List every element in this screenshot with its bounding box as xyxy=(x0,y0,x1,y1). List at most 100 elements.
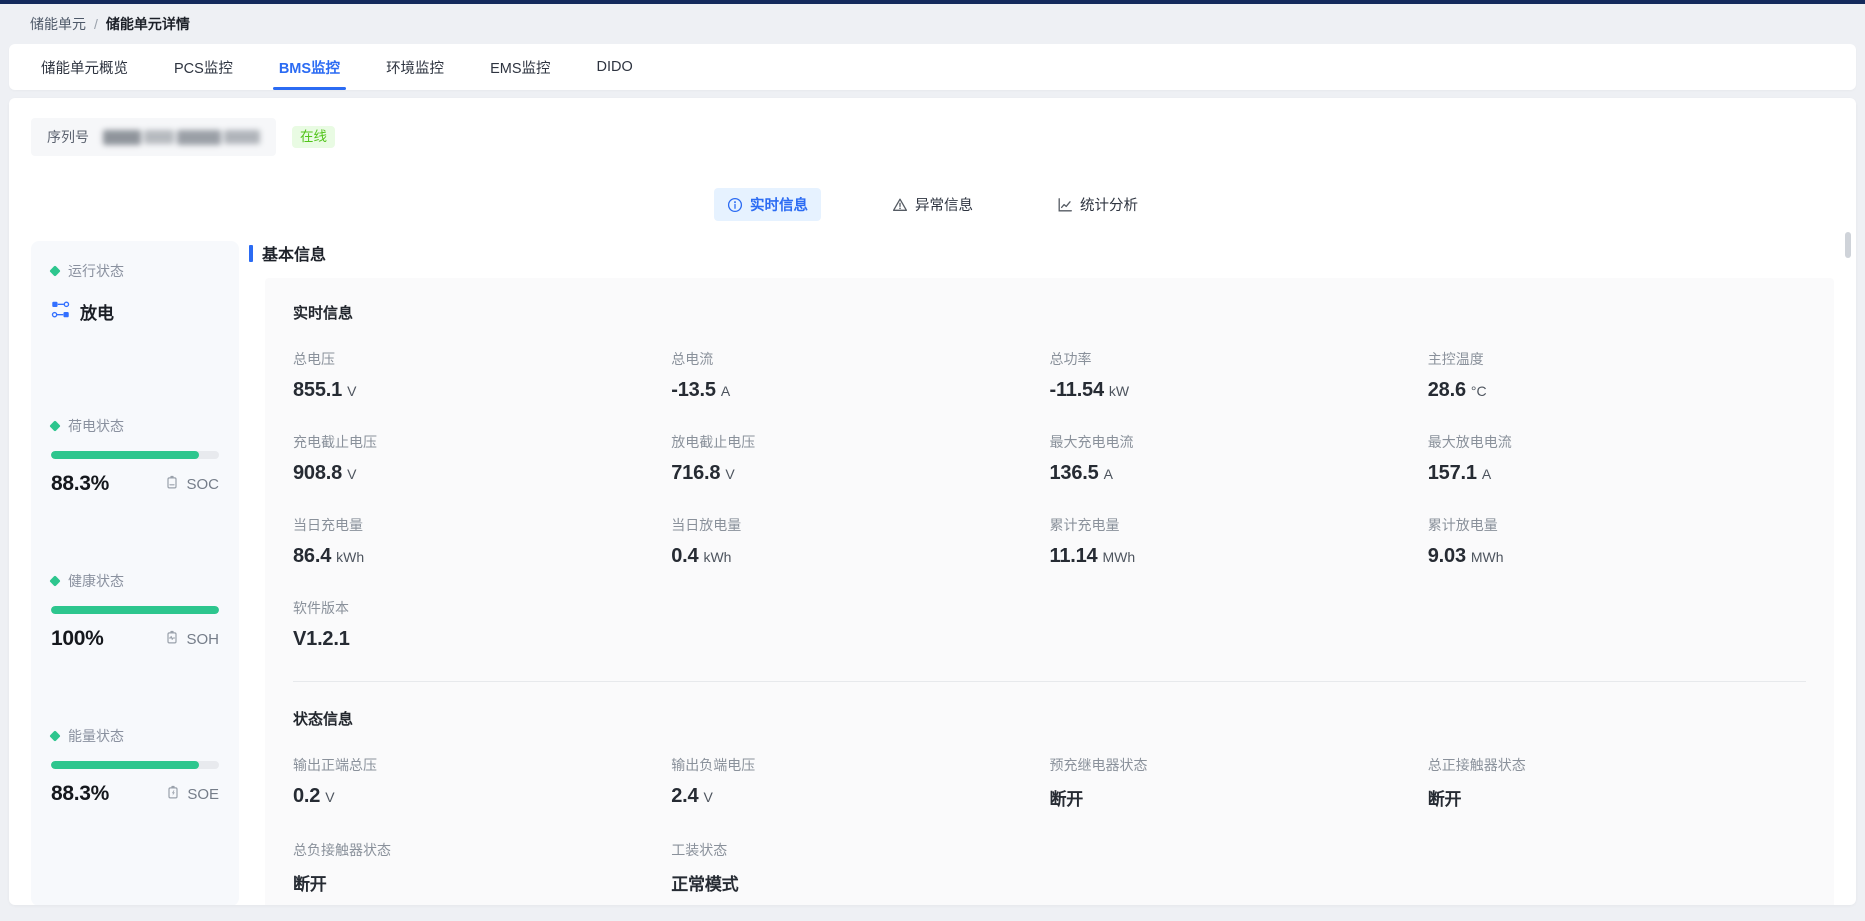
subtab-statistics[interactable]: 统计分析 xyxy=(1044,188,1151,221)
metric-item: 最大充电电流 136.5 A xyxy=(1050,432,1428,485)
metric-item: 当日充电量 86.4kWh xyxy=(293,515,671,568)
metric-item: 最大放电电流 157.1A xyxy=(1428,432,1806,485)
metric-value: 908.8 xyxy=(293,462,342,484)
soh-percent: 100% xyxy=(51,627,104,651)
metric-value: 0.4 xyxy=(671,545,698,567)
group-title-status: 状态信息 xyxy=(293,708,1806,729)
metric-item: 软件版本 V1.2.1 xyxy=(293,598,671,651)
soh-value-row: 100% SOH xyxy=(51,627,219,651)
metric-label: SOH xyxy=(186,631,219,648)
tab-pcs-monitor[interactable]: PCS监控 xyxy=(174,44,233,90)
soe-progress-bar xyxy=(51,761,219,769)
section-title: 运行状态 xyxy=(68,261,124,281)
metric-item: 当日放电量 0.4kWh xyxy=(671,515,1049,568)
battery-energy-icon xyxy=(165,784,181,804)
metric-unit: A xyxy=(1104,466,1113,482)
metric-value: 11.14 xyxy=(1050,545,1098,567)
metric-value: -13.5 xyxy=(671,379,716,401)
metric-label: 放电截止电压 xyxy=(671,432,1049,452)
metric-unit: V xyxy=(347,383,356,399)
basic-info-area: 基本信息 实时信息 总电压 855.1V 总电流 -13.5A 总功率 -11 xyxy=(249,241,1834,905)
main-tabbar: 储能单元概览 PCS监控 BMS监控 环境监控 EMS监控 DIDO xyxy=(9,44,1856,90)
metric-item: 输出正端总压 0.2V xyxy=(293,755,671,810)
metric-unit: V xyxy=(325,789,334,805)
metric-unit: kWh xyxy=(703,549,731,565)
metric-label: 总功率 xyxy=(1050,349,1428,369)
soc-metric: SOC xyxy=(164,474,219,494)
metric-label: 最大充电电流 xyxy=(1050,432,1428,452)
section-title: 健康状态 xyxy=(68,571,124,591)
soh-progress-fill xyxy=(51,606,219,614)
metric-value: 断开 xyxy=(1428,790,1462,809)
metric-label: SOC xyxy=(186,476,219,493)
metric-unit: V xyxy=(725,466,734,482)
metric-unit: MWh xyxy=(1102,549,1135,565)
warning-icon xyxy=(892,197,908,213)
section-title: 荷电状态 xyxy=(68,416,124,436)
metric-value: 855.1 xyxy=(293,379,342,401)
content-row: 运行状态 放电 xyxy=(9,241,1856,905)
subtab-realtime-info[interactable]: 实时信息 xyxy=(714,188,821,221)
soc-percent: 88.3% xyxy=(51,472,109,496)
serial-row: 序列号 在线 xyxy=(9,118,1856,156)
soe-progress-fill xyxy=(51,761,199,769)
battery-icon xyxy=(164,474,180,494)
battery-health-icon xyxy=(164,629,180,649)
tab-unit-overview[interactable]: 储能单元概览 xyxy=(41,44,128,90)
metric-value: -11.54 xyxy=(1050,379,1104,401)
subtab-label: 统计分析 xyxy=(1080,194,1138,215)
metric-value: 断开 xyxy=(293,875,327,894)
section-title: 基本信息 xyxy=(262,241,326,265)
info-icon xyxy=(727,197,743,213)
soe-metric: SOE xyxy=(165,784,219,804)
metric-label: 累计充电量 xyxy=(1050,515,1428,535)
run-mode-row: 放电 xyxy=(51,299,219,324)
subtab-abnormal-info[interactable]: 异常信息 xyxy=(879,188,986,221)
metric-label: 累计放电量 xyxy=(1428,515,1806,535)
section-title-row: 荷电状态 xyxy=(51,416,219,436)
metric-item: 总功率 -11.54 kW xyxy=(1050,349,1428,402)
metric-unit: A xyxy=(721,383,730,399)
tab-ems-monitor[interactable]: EMS监控 xyxy=(490,44,550,90)
run-state-section: 运行状态 放电 xyxy=(51,261,219,416)
online-status-badge: 在线 xyxy=(292,126,335,148)
metric-label: 输出负端电压 xyxy=(671,755,1049,775)
metric-value: 正常模式 xyxy=(671,875,738,894)
metric-unit: kWh xyxy=(336,549,364,565)
serial-number-redacted xyxy=(103,127,260,147)
metric-item: 总电压 855.1V xyxy=(293,349,671,402)
metric-unit: V xyxy=(347,466,356,482)
metric-label: 充电截止电压 xyxy=(293,432,671,452)
soe-percent: 88.3% xyxy=(51,782,109,806)
metric-value: 136.5 xyxy=(1050,462,1099,484)
realtime-grid: 总电压 855.1V 总电流 -13.5A 总功率 -11.54kW 主控温度 … xyxy=(293,349,1806,651)
status-sidebar: 运行状态 放电 xyxy=(31,241,239,905)
metric-value: 157.1 xyxy=(1428,462,1477,484)
breadcrumb-separator: / xyxy=(94,16,98,32)
metric-label: 总电流 xyxy=(671,349,1049,369)
diamond-bullet-icon xyxy=(49,575,60,586)
subtab-label: 异常信息 xyxy=(915,194,973,215)
metric-value: 2.4 xyxy=(671,785,698,807)
discharge-icon xyxy=(51,300,70,324)
serial-number-field: 序列号 xyxy=(31,118,276,156)
breadcrumb-parent[interactable]: 储能单元 xyxy=(30,14,86,34)
metric-value: 0.2 xyxy=(293,785,320,807)
tab-bms-monitor[interactable]: BMS监控 xyxy=(279,44,340,90)
vertical-scrollbar-thumb[interactable] xyxy=(1845,232,1851,258)
metric-value: 716.8 xyxy=(671,462,720,484)
metric-item: 累计充电量 11.14MWh xyxy=(1050,515,1428,568)
soc-section: 荷电状态 88.3% SO xyxy=(51,416,219,571)
tab-env-monitor[interactable]: 环境监控 xyxy=(386,44,444,90)
section-title-row: 运行状态 xyxy=(51,261,219,281)
metric-item: 总电流 -13.5 A xyxy=(671,349,1049,402)
metric-unit: kW xyxy=(1109,383,1129,399)
soh-metric: SOH xyxy=(164,629,219,649)
run-mode-value: 放电 xyxy=(80,299,114,324)
tab-dido[interactable]: DIDO xyxy=(596,44,632,90)
bms-detail-panel: 序列号 在线 实时信息 异常信息 xyxy=(9,98,1856,905)
status-grid: 输出正端总压 0.2V 输出负端电压 2.4V 预充继电器状态 断开 总正接触器… xyxy=(293,755,1806,895)
metric-label: SOE xyxy=(187,786,219,803)
breadcrumb-current: 储能单元详情 xyxy=(106,14,190,34)
diamond-bullet-icon xyxy=(49,420,60,431)
